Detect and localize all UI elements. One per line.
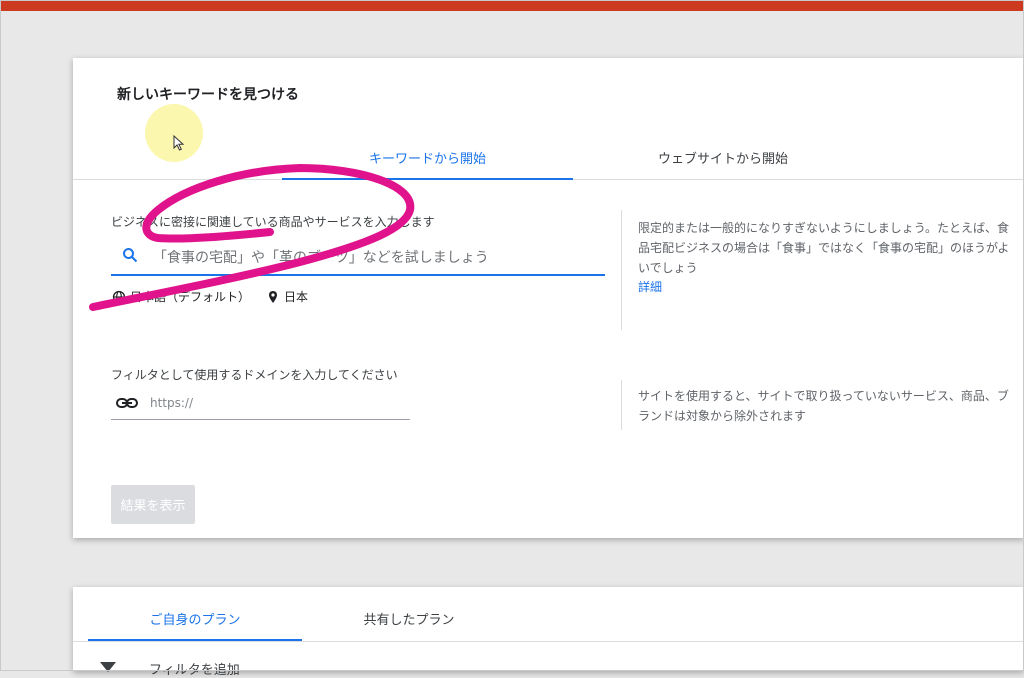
details-link[interactable]: 詳細 — [638, 278, 662, 295]
plans-active-tab-indicator — [88, 639, 302, 641]
add-filter-button[interactable]: フィルタを追加 — [149, 659, 240, 678]
keyword-help-text: 限定的または一般的になりすぎないようにしましょう。たとえば、食品宅配ビジネスの場… — [638, 221, 1010, 275]
top-accent-bar — [0, 0, 1024, 11]
show-results-button[interactable]: 結果を表示 — [111, 485, 195, 524]
tab-your-plans[interactable]: ご自身のプラン — [88, 609, 302, 628]
plans-tabs-divider — [73, 641, 1024, 642]
cursor-icon — [173, 135, 185, 151]
keyword-input-underline — [111, 274, 605, 276]
domain-input-label: フィルタとして使用するドメインを入力してください — [111, 368, 398, 382]
domain-help-divider — [621, 380, 622, 430]
keyword-help-divider — [621, 210, 622, 330]
location-selector[interactable]: 日本 — [284, 288, 308, 305]
link-icon — [116, 398, 138, 408]
language-selector[interactable]: 日本語（デフォルト） — [130, 288, 250, 305]
globe-icon — [112, 290, 126, 304]
domain-input[interactable]: https:// — [150, 396, 193, 410]
tab-shared-plans[interactable]: 共有したプラン — [302, 609, 516, 628]
domain-input-underline — [111, 419, 410, 420]
keyword-input-label: ビジネスに密接に関連している商品やサービスを入力します — [111, 215, 435, 229]
tab-start-with-website[interactable]: ウェブサイトから開始 — [573, 148, 873, 167]
domain-help-text: サイトを使用すると、サイトで取り扱っていないサービス、商品、ブランドは対象から除… — [638, 389, 1009, 423]
search-icon — [123, 248, 138, 263]
plans-card: ご自身のプラン 共有したプラン フィルタを追加 — [73, 587, 1024, 678]
tab-start-with-keywords[interactable]: キーワードから開始 — [282, 148, 573, 167]
location-pin-icon — [269, 291, 277, 303]
cursor-highlight — [145, 104, 203, 162]
active-tab-indicator — [282, 178, 573, 180]
keyword-search-input[interactable]: 「食事の宅配」や「革のブーツ」などを試しましょう — [153, 247, 489, 267]
card-title: 新しいキーワードを見つける — [117, 87, 299, 103]
keyword-discovery-card: 新しいキーワードを見つける キーワードから開始 ウェブサイトから開始 ビジネスに… — [73, 58, 1024, 538]
